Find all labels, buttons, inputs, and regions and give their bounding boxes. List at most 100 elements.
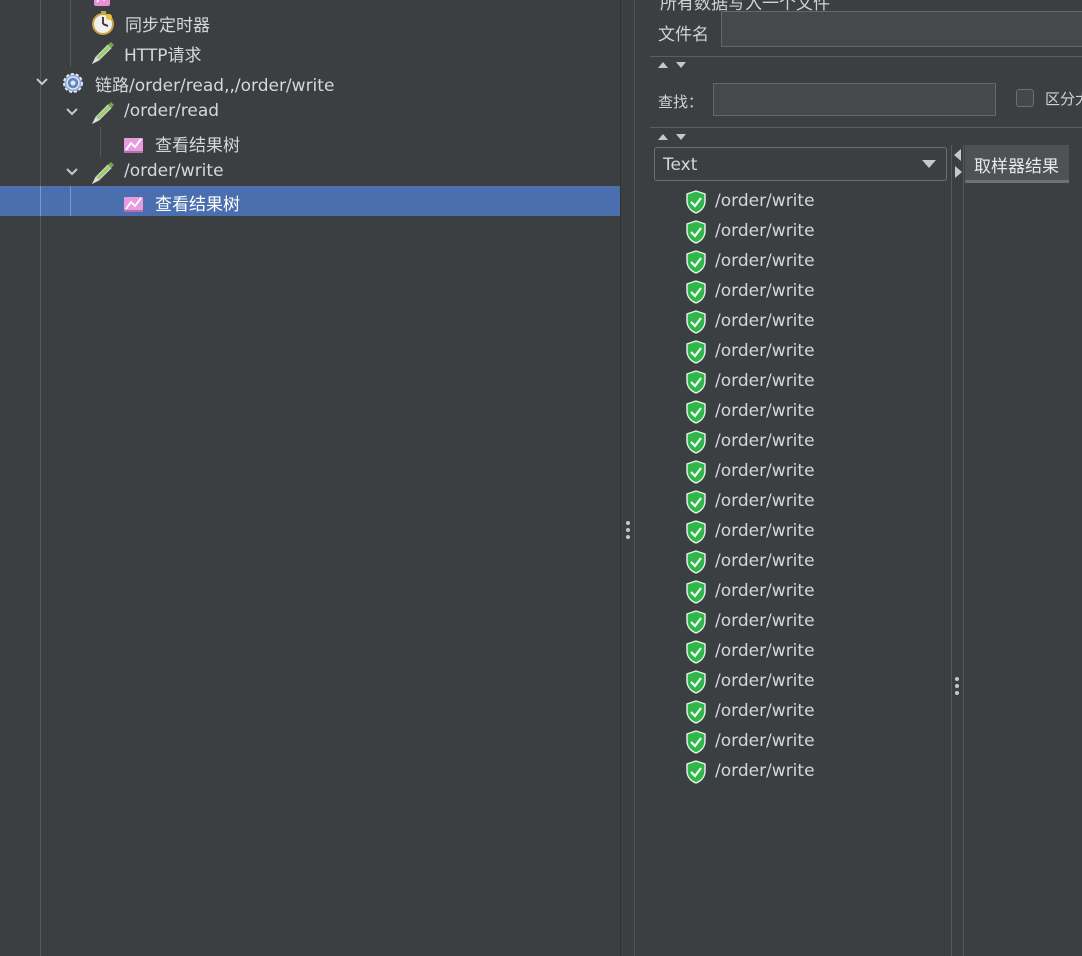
result-item-label: /order/write (715, 281, 815, 301)
result-item[interactable]: /order/write (685, 757, 945, 787)
result-item-label: /order/write (715, 701, 815, 721)
chevron-down-icon[interactable] (64, 164, 80, 180)
collapse-arrows-icon[interactable] (655, 130, 695, 142)
success-shield-icon (686, 460, 706, 484)
main-splitter[interactable] (620, 0, 635, 956)
result-item[interactable]: /order/write (685, 547, 945, 577)
result-item[interactable]: /order/write (685, 217, 945, 247)
success-shield-icon (686, 310, 706, 334)
case-sensitive-label: 区分大 (1045, 90, 1082, 108)
success-shield-icon (686, 280, 706, 304)
result-item[interactable]: /order/write (685, 457, 945, 487)
success-shield-icon (686, 520, 706, 544)
success-shield-icon (686, 700, 706, 724)
success-shield-icon (686, 490, 706, 514)
tree-guide-line (70, 186, 71, 216)
success-shield-icon (686, 730, 706, 754)
result-item-label: /order/write (715, 581, 815, 601)
result-item[interactable]: /order/write (685, 577, 945, 607)
tab-sampler-result-label: 取样器结果 (974, 157, 1059, 177)
tab-sampler-result[interactable]: 取样器结果 (965, 145, 1069, 183)
timer-icon (92, 11, 114, 35)
chevron-down-icon[interactable] (34, 74, 50, 90)
success-shield-icon (686, 370, 706, 394)
results-tree-icon (124, 138, 143, 153)
result-item-label: /order/write (715, 341, 815, 361)
success-shield-icon (686, 250, 706, 274)
result-item[interactable]: /order/write (685, 187, 945, 217)
success-shield-icon (686, 550, 706, 574)
result-item[interactable]: /order/write (685, 277, 945, 307)
result-item[interactable]: /order/write (685, 727, 945, 757)
tree-node-http-request[interactable]: HTTP请求 (0, 37, 620, 67)
result-item[interactable]: /order/write (685, 517, 945, 547)
result-item[interactable]: /order/write (685, 367, 945, 397)
result-item-label: /order/write (715, 491, 815, 511)
chevron-down-icon (922, 160, 936, 168)
result-item[interactable]: /order/write (685, 487, 945, 517)
result-item-label: /order/write (715, 431, 815, 451)
test-plan-tree[interactable]: 同步定时器 HTTP请求 链路/order/read,,/order/write (0, 0, 620, 956)
result-item[interactable]: /order/write (685, 397, 945, 427)
result-item[interactable]: /order/write (685, 307, 945, 337)
splitter-grip-dot (955, 677, 959, 681)
tree-guide-line (100, 127, 101, 157)
result-item[interactable]: /order/write (685, 667, 945, 697)
sample-results-list[interactable]: /order/write/order/write/order/write/ord… (635, 187, 951, 956)
tree-node-view-results-tree-selected[interactable]: 查看结果树 (0, 186, 620, 216)
tree-node-order-read[interactable]: /order/read (0, 97, 620, 127)
success-shield-icon (686, 400, 706, 424)
result-item-label: /order/write (715, 611, 815, 631)
case-sensitive-checkbox[interactable] (1016, 89, 1034, 107)
search-input[interactable] (713, 83, 996, 116)
result-item-label: /order/write (715, 401, 815, 421)
filename-input[interactable] (721, 11, 1082, 47)
result-item[interactable]: /order/write (685, 247, 945, 277)
result-item[interactable]: /order/write (685, 427, 945, 457)
success-shield-icon (686, 430, 706, 454)
splitter-grip-dot (955, 684, 959, 688)
splitter-grip-dot (626, 528, 630, 532)
result-item-label: /order/write (715, 371, 815, 391)
renderer-select[interactable]: Text (654, 147, 947, 181)
result-item-label: /order/write (715, 551, 815, 571)
filename-label: 文件名 (658, 25, 709, 45)
success-shield-icon (686, 580, 706, 604)
splitter-grip-dot (955, 691, 959, 695)
results-detail-splitter[interactable] (951, 145, 964, 956)
tree-node-view-results-tree[interactable]: 查看结果树 (0, 127, 620, 157)
result-item[interactable]: /order/write (685, 637, 945, 667)
result-item[interactable]: /order/write (685, 697, 945, 727)
result-item-label: /order/write (715, 731, 815, 751)
result-item-label: /order/write (715, 671, 815, 691)
success-shield-icon (686, 220, 706, 244)
sampler-pen-icon (91, 162, 114, 185)
chevron-down-icon[interactable] (64, 104, 80, 120)
results-tree-icon (124, 197, 143, 212)
success-shield-icon (686, 670, 706, 694)
result-item[interactable]: /order/write (685, 607, 945, 637)
collapse-arrows-icon[interactable] (655, 58, 695, 70)
result-item-label: /order/write (715, 221, 815, 241)
sampler-pen-icon (91, 42, 114, 65)
renderer-select-value: Text (663, 155, 698, 175)
divider (650, 56, 1082, 57)
success-shield-icon (686, 760, 706, 784)
search-label: 查找： (658, 93, 704, 111)
tree-node-chain-controller[interactable]: 链路/order/read,,/order/write (0, 67, 620, 97)
gear-icon (63, 73, 83, 93)
tree-node-sync-timer[interactable]: 同步定时器 (0, 7, 620, 37)
tree-node-order-write[interactable]: /order/write (0, 157, 620, 187)
result-item-label: /order/write (715, 521, 815, 541)
success-shield-icon (686, 640, 706, 664)
splitter-grip-dot (626, 535, 630, 539)
result-item-label: /order/write (715, 641, 815, 661)
collapse-left-icon[interactable] (954, 149, 961, 161)
success-shield-icon (686, 190, 706, 214)
tree-guide-line (40, 186, 41, 216)
result-item-label: /order/write (715, 191, 815, 211)
result-item[interactable]: /order/write (685, 337, 945, 367)
collapse-right-icon[interactable] (955, 166, 962, 178)
result-item-label: /order/write (715, 461, 815, 481)
success-shield-icon (686, 610, 706, 634)
